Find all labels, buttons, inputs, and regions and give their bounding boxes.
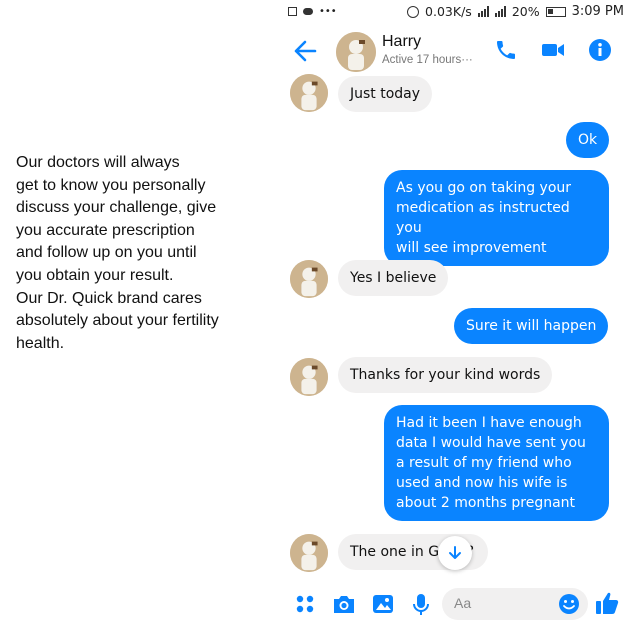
contact-name[interactable]: Harry — [382, 33, 421, 51]
phone-icon[interactable] — [494, 38, 518, 62]
signal-icon — [477, 6, 489, 17]
battery-icon — [545, 6, 566, 17]
caption-line: discuss your challenge, give — [16, 199, 217, 217]
info-icon[interactable] — [588, 38, 612, 62]
gallery-icon[interactable] — [372, 593, 394, 615]
caption-line: absolutely about your fertility — [16, 312, 219, 330]
caption-line: health. — [16, 334, 65, 352]
message-line: about 2 months pregnant — [396, 495, 576, 511]
back-arrow-icon[interactable] — [292, 38, 318, 64]
outgoing-message[interactable]: Sure it will happen — [454, 308, 609, 344]
message-line: As you go on taking your — [396, 180, 572, 196]
apps-menu-icon[interactable] — [294, 593, 316, 615]
incoming-message[interactable]: Yes I believe — [338, 260, 449, 296]
caption-line: Our Dr. Quick brand cares — [16, 289, 202, 307]
message-input-placeholder: Aa — [454, 595, 472, 611]
cloud-icon — [303, 8, 313, 15]
caption-line: and follow up on you until — [16, 244, 197, 262]
outgoing-message[interactable]: Ok — [566, 122, 610, 158]
caption-line: Our doctors will always — [16, 154, 180, 171]
composer-bar: Aa — [278, 580, 628, 628]
message-line: medication as instructed you — [396, 200, 570, 236]
microphone-icon[interactable] — [412, 593, 430, 617]
message-line: a result of my friend who — [396, 455, 572, 471]
chat-header: Harry Active 17 hours··· — [278, 26, 628, 78]
emoji-icon[interactable] — [558, 593, 580, 615]
outgoing-message[interactable]: Had it been I have enough data I would h… — [384, 405, 609, 521]
message-text: The one in G — [350, 544, 440, 560]
signal-icon — [494, 6, 506, 17]
battery-percent: 20% — [511, 4, 540, 19]
message-input[interactable]: Aa — [442, 588, 588, 620]
caption-line: you accurate prescription — [16, 221, 195, 239]
message-line: Had it been I have enough — [396, 415, 582, 431]
thumbs-up-icon[interactable] — [594, 590, 620, 616]
messenger-screenshot: ••• 0.03K/s 20% 3:09 PM Harry Active 17 … — [278, 0, 628, 628]
avatar — [290, 534, 328, 572]
scroll-to-bottom-button[interactable] — [438, 536, 472, 570]
caption-line: get to know you personally — [16, 176, 206, 194]
video-camera-icon[interactable] — [540, 38, 566, 62]
promo-caption: Our doctors will always get to know you … — [16, 152, 266, 355]
outgoing-message[interactable]: As you go on taking your medication as i… — [384, 170, 609, 266]
avatar[interactable] — [336, 32, 376, 72]
camera-icon[interactable] — [332, 593, 356, 615]
notification-icon — [288, 7, 297, 16]
incoming-message[interactable]: Just today — [338, 76, 433, 112]
avatar — [290, 260, 328, 298]
network-speed: 0.03K/s — [425, 4, 472, 19]
scroll-down-arrow-icon — [449, 546, 461, 559]
status-bar: ••• 0.03K/s 20% 3:09 PM — [278, 0, 628, 24]
alarm-icon — [407, 5, 420, 18]
incoming-message[interactable]: Thanks for your kind words — [338, 357, 553, 393]
message-line: used and now his wife is — [396, 475, 568, 491]
caption-line: you obtain your result. — [16, 266, 174, 284]
message-line: will see improvement — [396, 240, 547, 256]
avatar — [290, 358, 328, 396]
presence-status: Active 17 hours··· — [382, 54, 473, 66]
message-line: data I would have sent you — [396, 435, 586, 451]
clock-time: 3:09 PM — [571, 4, 624, 19]
more-notifications: ••• — [319, 6, 337, 17]
message-list[interactable]: Just today Ok As you go on taking your m… — [278, 74, 628, 578]
avatar — [290, 74, 328, 112]
